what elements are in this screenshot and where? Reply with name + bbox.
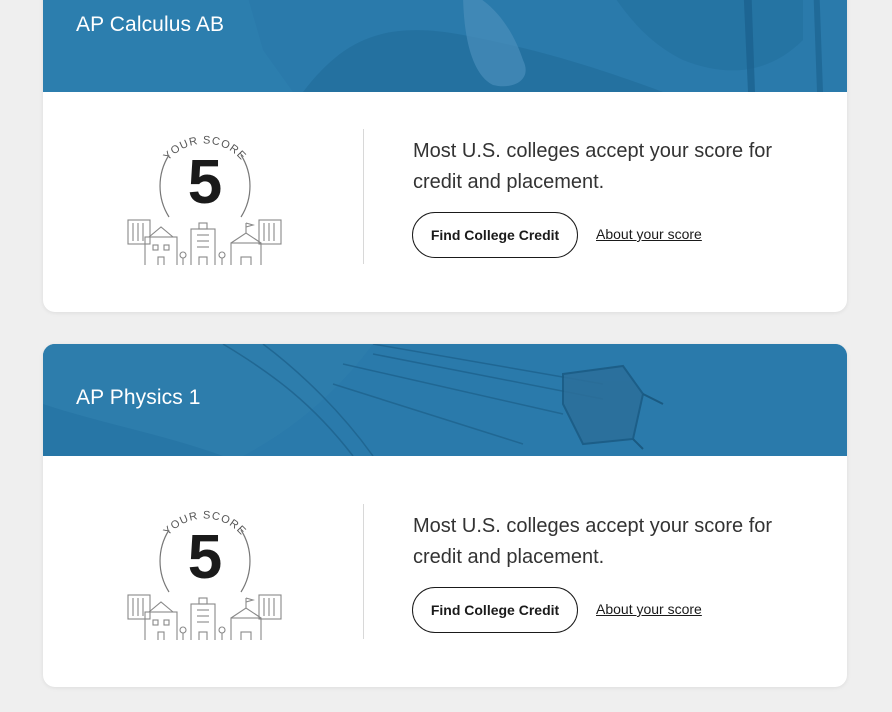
score-graphic: YOUR SCORE 5 <box>125 125 285 265</box>
course-title: AP Calculus AB <box>76 13 225 36</box>
credit-message: Most U.S. colleges accept your score for… <box>413 140 773 193</box>
divider <box>363 129 364 264</box>
about-your-score-link[interactable]: About your score <box>596 601 702 617</box>
card-body: YOUR SCORE 5 Most U.S. colleges accept y… <box>43 456 847 687</box>
find-college-credit-button[interactable]: Find College Credit <box>412 212 578 258</box>
score-graphic: YOUR SCORE 5 <box>125 500 285 640</box>
find-college-credit-button[interactable]: Find College Credit <box>412 587 578 633</box>
score-value: 5 <box>187 523 223 592</box>
score-card-physics: AP Physics 1 YOUR SCORE 5 Most U.S. coll… <box>43 344 847 687</box>
card-body: YOUR SCORE 5 Most U.S. colleges accept y… <box>43 92 847 312</box>
score-card-calculus: AP Calculus AB YOUR SCORE 5 Most U.S. co… <box>43 0 847 312</box>
course-banner: AP Calculus AB <box>43 0 847 92</box>
score-value: 5 <box>187 148 223 217</box>
course-title: AP Physics 1 <box>76 386 201 409</box>
course-banner: AP Physics 1 <box>43 344 847 456</box>
credit-message: Most U.S. colleges accept your score for… <box>413 515 773 568</box>
divider <box>363 504 364 639</box>
about-your-score-link[interactable]: About your score <box>596 226 702 242</box>
